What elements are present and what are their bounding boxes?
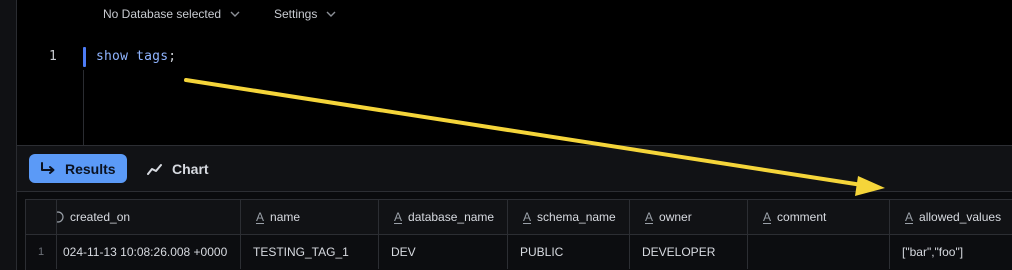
- cell-database-name[interactable]: DEV: [379, 235, 508, 269]
- editor-toolbar: No Database selected Settings: [17, 0, 1012, 30]
- return-arrow-icon: [41, 161, 55, 174]
- chart-tab[interactable]: Chart: [147, 154, 209, 183]
- cell-value: 024-11-13 10:08:26.008 +0000: [63, 245, 228, 259]
- column-header-label: created_on: [70, 210, 131, 224]
- row-index-header: [26, 200, 57, 234]
- column-header-label: name: [270, 210, 301, 224]
- text-type-icon: A: [523, 210, 532, 224]
- column-header-label: database_name: [408, 210, 495, 224]
- column-header-owner[interactable]: A owner: [630, 200, 748, 234]
- column-header-label: owner: [659, 210, 692, 224]
- row-index: 1: [26, 235, 57, 269]
- left-gutter: [0, 0, 17, 270]
- settings-label: Settings: [274, 7, 318, 21]
- results-tab[interactable]: Results: [29, 154, 127, 183]
- line-number: 1: [49, 49, 57, 64]
- results-table: created_on A name A database_name A sche…: [25, 199, 1012, 270]
- column-header-database-name[interactable]: A database_name: [379, 200, 508, 234]
- table-row[interactable]: 1 024-11-13 10:08:26.008 +0000 TESTING_T…: [26, 234, 1012, 269]
- active-line-indicator: [83, 47, 86, 67]
- chart-tab-label: Chart: [172, 160, 209, 177]
- clock-icon: [57, 211, 64, 223]
- text-type-icon: A: [645, 210, 654, 224]
- text-type-icon: A: [256, 210, 265, 224]
- settings-menu[interactable]: Settings: [274, 7, 336, 21]
- code-line[interactable]: show tags;: [96, 49, 176, 64]
- code-punctuation: ;: [168, 49, 177, 64]
- line-chart-icon: [147, 163, 162, 175]
- cell-allowed-values[interactable]: ["bar","foo"]: [890, 235, 1012, 269]
- chevron-down-icon: [326, 11, 336, 17]
- results-tab-label: Results: [65, 160, 116, 177]
- cell-comment[interactable]: [748, 235, 890, 269]
- cell-schema-name[interactable]: PUBLIC: [508, 235, 630, 269]
- sql-editor[interactable]: 1 show tags;: [17, 30, 1012, 145]
- cell-created-on[interactable]: 024-11-13 10:08:26.008 +0000: [57, 235, 241, 269]
- indent-guide: [83, 70, 84, 145]
- code-keyword: show tags: [96, 49, 169, 64]
- table-header-row: created_on A name A database_name A sche…: [26, 200, 1012, 234]
- column-header-comment[interactable]: A comment: [748, 200, 890, 234]
- column-header-name[interactable]: A name: [241, 200, 379, 234]
- column-header-schema-name[interactable]: A schema_name: [508, 200, 630, 234]
- cell-name[interactable]: TESTING_TAG_1: [241, 235, 379, 269]
- column-header-label: comment: [777, 210, 827, 224]
- column-header-label: schema_name: [537, 210, 616, 224]
- text-type-icon: A: [394, 210, 403, 224]
- column-header-created-on[interactable]: created_on: [57, 200, 241, 234]
- text-type-icon: A: [905, 210, 914, 224]
- results-toolbar: Results Chart: [17, 145, 1012, 192]
- chevron-down-icon: [230, 11, 240, 17]
- column-header-allowed-values[interactable]: A allowed_values: [890, 200, 1012, 234]
- column-header-label: allowed_values: [919, 210, 1002, 224]
- database-selector[interactable]: No Database selected: [103, 7, 240, 21]
- database-selector-label: No Database selected: [103, 7, 222, 21]
- text-type-icon: A: [763, 210, 772, 224]
- cell-owner[interactable]: DEVELOPER: [630, 235, 748, 269]
